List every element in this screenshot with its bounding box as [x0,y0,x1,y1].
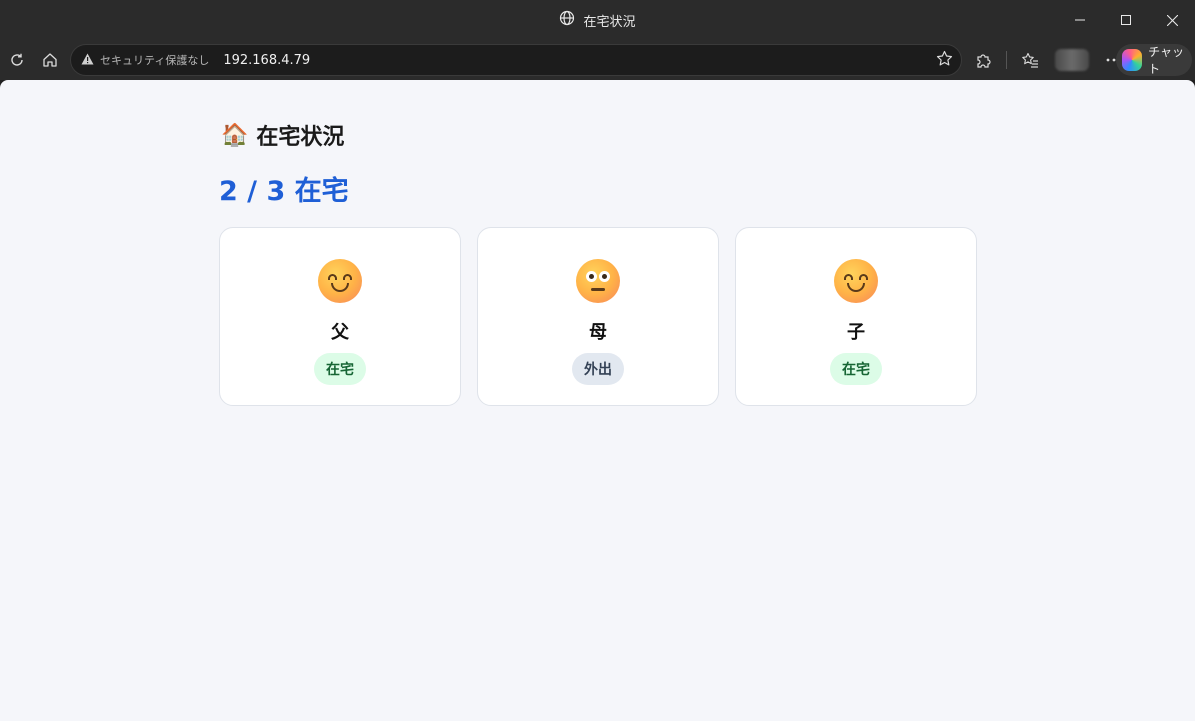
window-title: 在宅状況 [0,0,1195,40]
browser-toolbar: セキュリティ保護なし 192.168.4.79 チャット [0,40,1195,80]
page-title-text: 在宅状況 [256,125,345,150]
window-titlebar: 在宅状況 [0,0,1195,40]
status-badge: 在宅 [830,353,882,385]
member-name: 父 [331,322,349,343]
member-card-father: 父 在宅 [219,227,461,406]
member-cards: 父 在宅 母 外出 子 在宅 [219,227,977,406]
globe-icon [559,10,575,30]
home-count-summary: 2 / 3 在宅 [219,175,349,207]
url-text[interactable]: 192.168.4.79 [223,53,936,68]
copilot-chat-button[interactable]: チャット [1116,44,1192,76]
address-bar[interactable]: セキュリティ保護なし 192.168.4.79 [70,44,962,76]
home-icon [43,53,57,67]
close-icon [1166,14,1178,26]
member-name: 母 [589,322,607,343]
status-badge: 外出 [572,353,624,385]
favorites-button[interactable] [1013,44,1047,76]
extensions-button[interactable] [966,44,1000,76]
favorite-star-icon[interactable] [936,50,953,71]
favorites-list-icon [1022,52,1038,68]
profile-avatar[interactable] [1055,49,1089,71]
puzzle-icon [977,54,991,68]
smiling-face-icon [834,259,878,303]
copilot-icon [1122,49,1143,71]
reload-button[interactable] [0,44,34,76]
reload-icon [11,53,23,66]
house-icon: 🏠 [221,122,249,148]
home-button[interactable] [33,44,67,76]
member-card-mother: 母 外出 [477,227,719,406]
close-button[interactable] [1149,0,1195,40]
chat-label: チャット [1148,45,1185,76]
page-title: 🏠 在宅状況 [221,120,345,151]
toolbar-divider [1006,51,1007,69]
security-label[interactable]: セキュリティ保護なし [100,52,209,68]
smiling-face-icon [318,259,362,303]
page-viewport: 🏠 在宅状況 2 / 3 在宅 父 在宅 母 外出 子 在宅 [0,80,1195,721]
minimize-button[interactable] [1057,0,1103,40]
warning-icon[interactable] [81,53,94,68]
maximize-button[interactable] [1103,0,1149,40]
member-card-child: 子 在宅 [735,227,977,406]
maximize-icon [1121,15,1131,25]
minimize-icon [1075,19,1085,21]
status-badge: 在宅 [314,353,366,385]
neutral-face-icon [576,259,620,303]
window-title-text: 在宅状況 [583,14,636,30]
member-name: 子 [847,322,865,343]
